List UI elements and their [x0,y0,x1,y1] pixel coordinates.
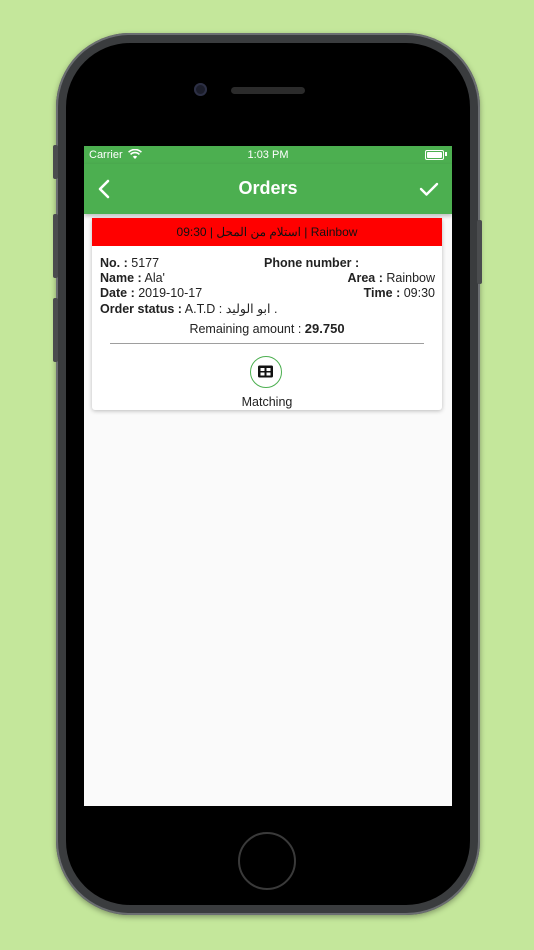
order-number-label: No. : [100,256,128,270]
status-time: 1:03 PM [247,149,289,161]
status-bar: Carrier 1:03 PM [84,146,452,164]
date-value: 2019-10-17 [138,286,203,300]
battery-icon [425,150,444,160]
power-button [477,220,482,284]
customer-name-label: Name : [100,271,142,285]
area-row: Area : Rainbow [347,271,435,285]
order-card[interactable]: استلام من المحل | 09:30 | Rainbow No. : … [92,218,442,410]
remaining-amount-value: 29.750 [304,321,345,336]
date-row: Date : 2019-10-17 [100,286,202,300]
confirm-button[interactable] [416,176,442,202]
order-status-value: A.T.D : ابو الوليد . [184,302,278,316]
order-status-row: Order status : A.T.D : ابو الوليد . [100,301,277,316]
date-label: Date : [100,286,135,300]
back-button[interactable] [92,176,118,202]
grid-icon [258,365,273,378]
order-number-value: 5177 [131,256,160,270]
area-label: Area : [347,271,383,285]
app-bar: Orders [84,164,452,214]
time-label: Time : [363,286,401,300]
battery-tip [445,152,447,156]
check-icon [419,182,439,196]
mute-switch [53,145,58,179]
front-camera [194,83,207,96]
home-button[interactable] [238,832,296,890]
time-value: 09:30 [403,286,435,300]
area-value: Rainbow [386,271,435,285]
order-status-label: Order status : [100,302,182,316]
customer-name-value: Ala' [144,271,165,285]
app-screen: Carrier 1:03 PM Orders استلام من المحل |… [84,146,452,806]
remaining-amount-label: Remaining amount : [189,322,302,336]
matching-button[interactable] [250,356,282,388]
phone-number-row: Phone number : [264,256,359,270]
time-row: Time : 09:30 [364,286,435,300]
order-number-row: No. : 5177 [100,256,159,270]
remaining-amount-row: Remaining amount : 29.750 [92,321,442,336]
order-banner: استلام من المحل | 09:30 | Rainbow [92,218,442,246]
page-title: Orders [238,178,298,198]
volume-down-button [53,298,58,362]
matching-label[interactable]: Matching [92,395,442,409]
card-divider [110,343,424,344]
chevron-left-icon [98,179,110,199]
phone-number-label: Phone number : [264,256,360,270]
customer-name-row: Name : Ala' [100,271,165,285]
volume-up-button [53,214,58,278]
earpiece-speaker [231,87,305,94]
